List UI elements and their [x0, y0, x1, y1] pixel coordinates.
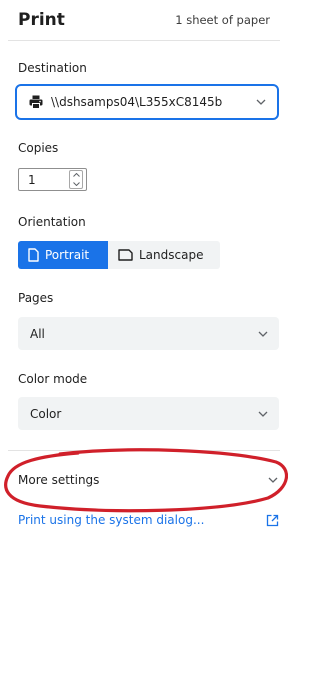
landscape-label: Landscape — [139, 248, 204, 262]
system-dialog-link[interactable]: Print using the system dialog... — [18, 510, 279, 530]
portrait-label: Portrait — [45, 248, 90, 262]
destination-label: Destination — [18, 61, 87, 75]
printer-icon — [29, 95, 43, 109]
copies-increment-button[interactable] — [70, 171, 82, 180]
destination-value: \\dshsamps04\L355xC8145b — [51, 95, 223, 109]
chevron-down-icon — [267, 474, 279, 486]
copies-decrement-button[interactable] — [70, 180, 82, 189]
pages-select[interactable]: All — [18, 317, 279, 350]
destination-select[interactable]: \\dshsamps04\L355xC8145b — [15, 84, 279, 120]
color-mode-select[interactable]: Color — [18, 397, 279, 430]
chevron-down-icon — [257, 408, 269, 420]
print-header: Print 1 sheet of paper — [18, 6, 270, 34]
pages-label: Pages — [18, 291, 54, 305]
copies-stepper[interactable]: 1 — [18, 168, 87, 191]
open-external-icon — [266, 514, 279, 527]
portrait-page-icon — [28, 248, 39, 262]
system-dialog-label: Print using the system dialog... — [18, 513, 205, 527]
pages-value: All — [30, 326, 45, 341]
landscape-page-icon — [118, 249, 133, 261]
header-divider — [8, 40, 280, 41]
chevron-down-icon — [255, 96, 267, 108]
copies-label: Copies — [18, 141, 59, 155]
landscape-button[interactable]: Landscape — [108, 241, 220, 269]
orientation-label: Orientation — [18, 215, 86, 229]
copies-spinner — [69, 170, 83, 189]
more-settings-toggle[interactable]: More settings — [18, 468, 279, 492]
section-divider — [8, 450, 280, 451]
sheet-count: 1 sheet of paper — [175, 13, 270, 27]
orientation-toggle: Portrait Landscape — [18, 241, 220, 269]
copies-value[interactable]: 1 — [19, 173, 69, 187]
page-title: Print — [18, 10, 65, 30]
color-mode-value: Color — [30, 406, 62, 421]
more-settings-label: More settings — [18, 473, 100, 487]
chevron-down-icon — [257, 328, 269, 340]
portrait-button[interactable]: Portrait — [18, 241, 108, 269]
color-mode-label: Color mode — [18, 372, 88, 386]
